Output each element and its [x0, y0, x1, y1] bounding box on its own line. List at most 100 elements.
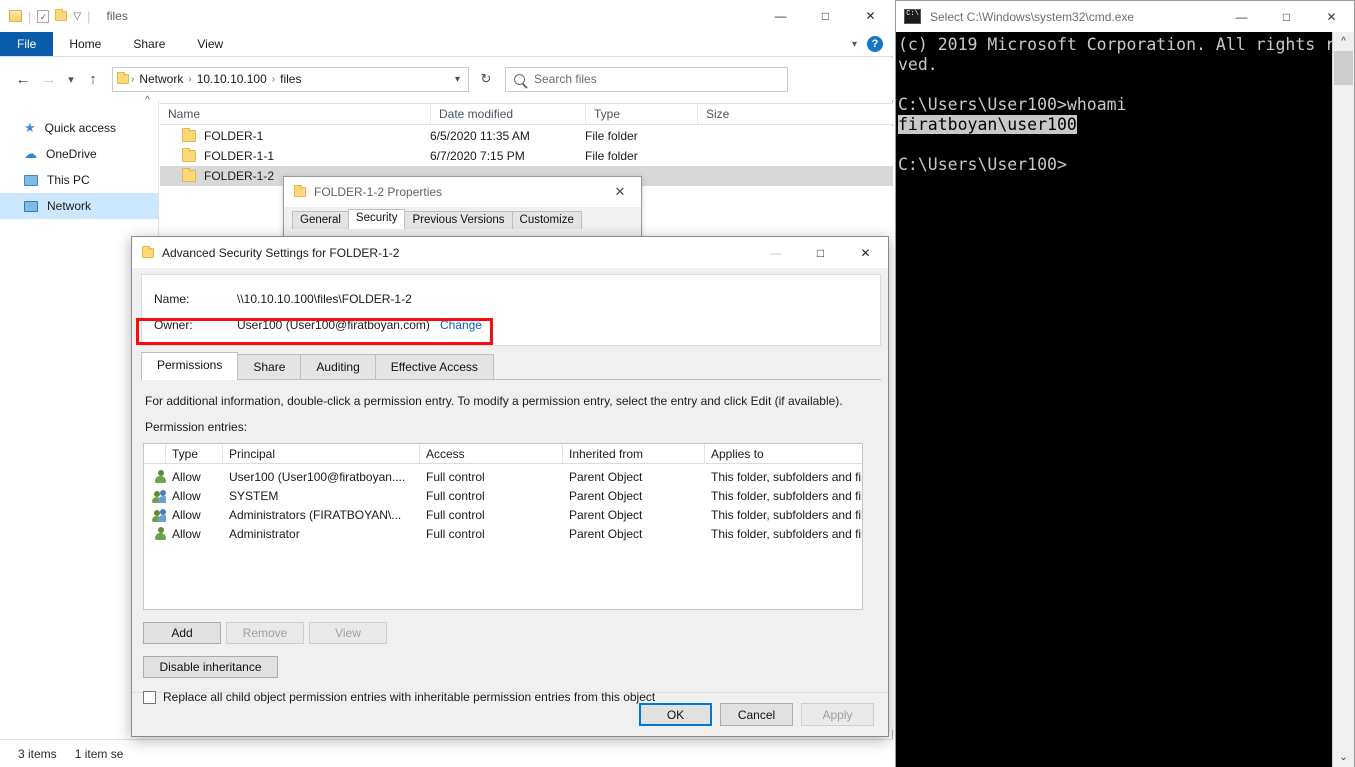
tab-auditing[interactable]: Auditing	[300, 354, 376, 380]
properties-title-bar[interactable]: FOLDER-1-2 Properties ✕	[284, 177, 641, 207]
tab-general[interactable]: General	[292, 211, 349, 229]
tab-share[interactable]: Share	[237, 354, 302, 380]
ribbon-tab-home[interactable]: Home	[53, 32, 117, 56]
scrollbar-thumb[interactable]	[1334, 51, 1353, 85]
table-row[interactable]: Allow User100 (User100@firatboyan.... Fu…	[144, 467, 862, 486]
cmd-line-copyright-wrap: ved.	[898, 55, 938, 74]
search-placeholder: Search files	[534, 72, 597, 86]
customize-chevron-icon[interactable]: ▽	[73, 11, 81, 22]
cancel-button[interactable]: Cancel	[720, 703, 793, 726]
table-row[interactable]: FOLDER-1-1 6/7/2020 7:15 PM File folder	[160, 146, 893, 166]
minimize-icon[interactable]: —	[1219, 1, 1264, 32]
ribbon-tab-view[interactable]: View	[181, 32, 239, 56]
back-button[interactable]: ←	[10, 66, 36, 92]
sidebar-item-quick-access[interactable]: ★ Quick access	[0, 115, 158, 141]
help-icon[interactable]: ?	[867, 36, 883, 52]
sidebar-item-onedrive[interactable]: ☁ OneDrive	[0, 141, 158, 167]
table-row[interactable]: Allow Administrators (FIRATBOYAN\... Ful…	[144, 505, 862, 524]
tab-previous-versions[interactable]: Previous Versions	[404, 211, 513, 229]
advanced-dialog-title: Advanced Security Settings for FOLDER-1-…	[162, 245, 400, 260]
explorer-title-bar[interactable]: | ✓ ▽ | files — □ ✕	[0, 0, 893, 32]
column-header-principal[interactable]: Principal	[223, 444, 420, 463]
replace-child-permissions-checkbox[interactable]	[143, 690, 156, 704]
close-icon[interactable]: ✕	[599, 177, 641, 207]
expand-ribbon-chevron-icon[interactable]: ▾	[852, 39, 857, 50]
breadcrumb-network[interactable]: Network	[136, 72, 186, 86]
cmd-scrollbar[interactable]: ^ ⌄	[1332, 32, 1354, 767]
tab-permissions[interactable]: Permissions	[141, 352, 239, 380]
recent-locations-chevron-icon[interactable]: ▾	[62, 66, 80, 92]
column-header-type[interactable]: Type	[585, 104, 697, 124]
up-button[interactable]: ↑	[80, 66, 106, 92]
command-prompt-window: C:\ Select C:\Windows\system32\cmd.exe —…	[895, 0, 1355, 767]
change-owner-link[interactable]: Change	[440, 318, 482, 332]
address-dropdown-chevron-icon[interactable]: ▾	[455, 74, 464, 85]
file-type: File folder	[585, 129, 638, 143]
permission-entries-table[interactable]: Type Principal Access Inherited from App…	[143, 443, 863, 610]
table-row[interactable]: FOLDER-1 6/5/2020 11:35 AM File folder	[160, 126, 893, 146]
explorer-title: files	[106, 9, 128, 23]
explorer-window-controls[interactable]: — □ ✕	[758, 0, 893, 32]
column-header-size[interactable]: Size	[697, 104, 787, 124]
maximize-icon[interactable]: □	[1264, 1, 1309, 32]
advanced-window-controls[interactable]: — □ ✕	[753, 237, 888, 268]
search-box[interactable]: Search files	[505, 66, 788, 92]
breadcrumb-host[interactable]: 10.10.10.100	[194, 72, 270, 86]
properties-icon[interactable]: ✓	[37, 9, 50, 23]
disable-inheritance-button[interactable]: Disable inheritance	[143, 656, 278, 678]
permission-applies-to: This folder, subfolders and files	[711, 526, 862, 541]
new-folder-icon[interactable]	[55, 9, 68, 21]
sidebar-item-network[interactable]: Network	[0, 193, 158, 219]
cmd-title-bar[interactable]: C:\ Select C:\Windows\system32\cmd.exe —…	[896, 1, 1354, 32]
permission-inherited-from: Parent Object	[569, 469, 643, 484]
cmd-window-controls[interactable]: — □ ✕	[1219, 1, 1354, 32]
file-name: FOLDER-1-1	[204, 149, 275, 163]
close-icon[interactable]: ✕	[848, 0, 893, 32]
name-value: \\10.10.10.100\files\FOLDER-1-2	[237, 292, 412, 306]
column-header-name[interactable]: Name	[160, 104, 430, 124]
breadcrumb-separator-0: ›	[131, 73, 135, 85]
add-button[interactable]: Add	[143, 622, 221, 644]
table-row[interactable]: Allow SYSTEM Full control Parent Object …	[144, 486, 862, 505]
sidebar-item-this-pc[interactable]: This PC	[0, 167, 158, 193]
view-button: View	[309, 622, 387, 644]
permission-principal: Administrator	[229, 526, 300, 541]
scroll-up-icon[interactable]: ^	[1333, 32, 1355, 51]
advanced-title-bar[interactable]: Advanced Security Settings for FOLDER-1-…	[132, 237, 888, 268]
column-header-access[interactable]: Access	[420, 444, 563, 463]
minimize-icon[interactable]: —	[758, 0, 803, 32]
cmd-console-output[interactable]: (c) 2019 Microsoft Corporation. All righ…	[896, 32, 1355, 767]
close-icon[interactable]: ✕	[843, 237, 888, 268]
permission-type: Allow	[172, 507, 201, 522]
maximize-icon[interactable]: □	[798, 237, 843, 268]
maximize-icon[interactable]: □	[803, 0, 848, 32]
permission-icon-cell	[144, 526, 166, 541]
ribbon-tab-file[interactable]: File	[0, 32, 54, 56]
ok-button[interactable]: OK	[639, 703, 712, 726]
scroll-down-icon[interactable]: ⌄	[1333, 748, 1355, 767]
tab-effective-access[interactable]: Effective Access	[374, 354, 494, 380]
column-header-applies-to[interactable]: Applies to	[705, 444, 862, 463]
cmd-line-copyright: (c) 2019 Microsoft Corporation. All righ…	[898, 35, 1355, 54]
permission-applies-to: This folder, subfolders and files	[711, 507, 862, 522]
permission-applies-to: This folder, subfolders and files	[711, 469, 862, 484]
permission-access: Full control	[426, 526, 485, 541]
close-icon[interactable]: ✕	[1309, 1, 1354, 32]
tab-customize[interactable]: Customize	[511, 211, 582, 229]
ribbon-tab-share[interactable]: Share	[117, 32, 181, 56]
column-header-type[interactable]: Type	[166, 444, 223, 463]
computer-icon[interactable]	[9, 10, 22, 22]
file-name-cell: FOLDER-1-1	[160, 148, 430, 163]
refresh-button[interactable]: ↻	[472, 67, 500, 92]
column-header-date[interactable]: Date modified	[430, 104, 585, 124]
quick-access-toolbar[interactable]: | ✓ ▽ | files	[0, 9, 128, 24]
ribbon-right-controls: ▾ ?	[852, 32, 893, 56]
replace-child-permissions-row[interactable]: Replace all child object permission entr…	[143, 690, 655, 704]
column-header-inherited-from[interactable]: Inherited from	[563, 444, 705, 463]
file-name: FOLDER-1	[204, 129, 264, 143]
breadcrumb-files[interactable]: files	[277, 72, 304, 86]
tab-security[interactable]: Security	[347, 209, 406, 229]
address-bar[interactable]: › Network › 10.10.10.100 › files ▾	[112, 66, 469, 92]
sidebar-label-quick-access: Quick access	[44, 121, 117, 135]
table-row[interactable]: Allow Administrator Full control Parent …	[144, 524, 862, 543]
